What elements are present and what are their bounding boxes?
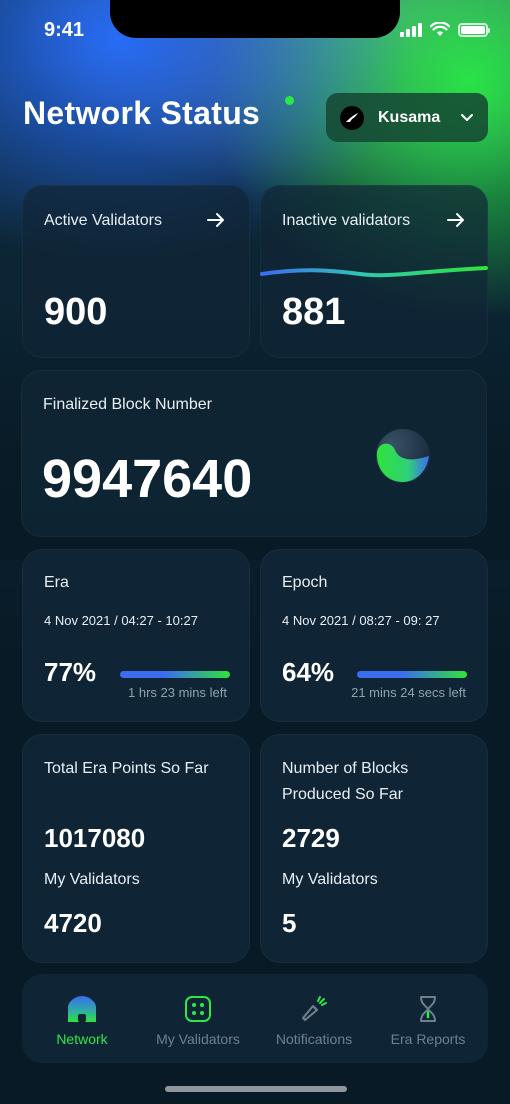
inactive-validators-value: 881 (282, 291, 346, 333)
blocks-produced-card: Number of Blocks Produced So Far 2729 My… (260, 734, 488, 963)
nav-label-network: Network (56, 1031, 108, 1047)
era-points-card: Total Era Points So Far 1017080 My Valid… (22, 734, 250, 963)
chevron-down-icon (461, 113, 473, 121)
nav-item-era-reports[interactable]: Era Reports (370, 974, 486, 1063)
status-icons (400, 22, 490, 37)
status-time: 9:41 (44, 19, 85, 41)
page-title: Network Status (23, 95, 261, 131)
nav-item-my-validators[interactable]: My Validators (140, 974, 256, 1063)
era-points-value: 1017080 (44, 823, 146, 853)
finalized-block-value: 9947640 (42, 449, 253, 509)
inactive-validators-label: Inactive validators (282, 212, 411, 229)
arrow-right-icon (447, 213, 464, 227)
inactive-validators-card[interactable]: Inactive validators 881 (260, 185, 488, 358)
era-card: Era 4 Nov 2021 / 04:27 - 10:27 77% 1 hrs… (22, 549, 250, 722)
device-notch (110, 0, 400, 38)
hourglass-icon (420, 996, 436, 1022)
network-name: Kusama (378, 108, 441, 126)
era-progress-bar (120, 671, 230, 678)
home-icon (68, 996, 96, 1022)
bottom-navigation: Network My Validators Notifications Era … (22, 974, 488, 1063)
blocks-produced-my-value: 5 (282, 908, 297, 938)
epoch-progress-bar (357, 671, 467, 678)
nav-label-my-validators: My Validators (156, 1031, 240, 1047)
validators-icon (185, 996, 211, 1022)
era-points-my-value: 4720 (44, 908, 102, 938)
era-range: 4 Nov 2021 / 04:27 - 10:27 (44, 613, 198, 628)
active-validators-card[interactable]: Active Validators 900 (22, 185, 250, 358)
finalized-block-card: Finalized Block Number 9947640 (21, 370, 487, 537)
epoch-card: Epoch 4 Nov 2021 / 08:27 - 09: 27 64% 21… (260, 549, 488, 722)
active-validators-value: 900 (44, 291, 108, 333)
nav-item-network[interactable]: Network (24, 974, 140, 1063)
era-label: Era (44, 574, 69, 591)
epoch-range: 4 Nov 2021 / 08:27 - 09: 27 (282, 613, 440, 628)
era-points-label: Total Era Points So Far (44, 760, 209, 777)
inactive-validators-sparkline (260, 266, 488, 278)
home-indicator[interactable] (165, 1086, 347, 1092)
kusama-logo-icon (340, 105, 364, 130)
blocks-produced-value: 2729 (282, 823, 340, 853)
epoch-label: Epoch (282, 574, 328, 591)
active-validators-sparkline (22, 270, 250, 274)
live-indicator-dot (285, 96, 294, 105)
nav-label-notifications: Notifications (275, 1031, 353, 1047)
active-validators-label: Active Validators (44, 212, 162, 229)
battery-icon (458, 22, 490, 37)
era-points-my-label: My Validators (44, 871, 140, 888)
epoch-remaining: 21 mins 24 secs left (351, 685, 466, 700)
network-selector[interactable]: Kusama (326, 93, 488, 142)
block-spinner-icon (376, 429, 430, 483)
finalized-block-label: Finalized Block Number (43, 396, 212, 413)
megaphone-icon (302, 996, 327, 1021)
blocks-produced-my-label: My Validators (282, 871, 378, 888)
era-remaining: 1 hrs 23 mins left (128, 685, 227, 700)
epoch-percent: 64% (282, 657, 335, 687)
era-percent: 77% (44, 657, 97, 687)
blocks-produced-label-line2: Produced So Far (282, 786, 403, 803)
blocks-produced-label-line1: Number of Blocks (282, 760, 409, 777)
nav-label-era-reports: Era Reports (390, 1031, 466, 1047)
signal-icon (400, 22, 422, 37)
arrow-right-icon (207, 213, 224, 227)
wifi-icon (430, 22, 450, 36)
nav-item-notifications[interactable]: Notifications (256, 974, 372, 1063)
